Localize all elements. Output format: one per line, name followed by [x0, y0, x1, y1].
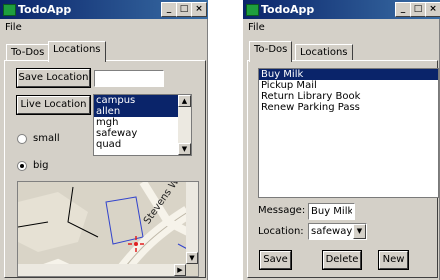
- map-vscroll[interactable]: ▼: [186, 182, 198, 264]
- radio-selected-dot: [20, 164, 24, 168]
- list-item[interactable]: Buy Milk: [259, 69, 438, 80]
- size-big-label: big: [33, 160, 49, 171]
- menu-file[interactable]: File: [5, 22, 22, 33]
- location-label: Location:: [258, 226, 304, 237]
- list-item[interactable]: allen: [94, 106, 191, 117]
- scroll-down-icon[interactable]: ▼: [178, 143, 191, 155]
- list-item[interactable]: campus: [94, 95, 191, 106]
- tab-locations[interactable]: Locations: [48, 41, 106, 62]
- location-marker-icon: [134, 242, 138, 246]
- dropdown-arrow-icon[interactable]: ▼: [353, 224, 366, 239]
- new-button[interactable]: New: [379, 251, 408, 269]
- save-location-input[interactable]: [94, 70, 164, 87]
- map-hscroll[interactable]: ▶: [18, 264, 186, 276]
- list-item[interactable]: quad: [94, 139, 191, 150]
- close-button[interactable]: ×: [425, 2, 440, 17]
- todoapp-window-locations: TodoApp _ □ × File To-Dos Locations Save…: [0, 0, 208, 280]
- list-item[interactable]: Pickup Mail: [259, 80, 438, 91]
- location-select[interactable]: safeway ▼: [308, 223, 367, 240]
- app-icon: [246, 4, 259, 16]
- locations-scrollbar[interactable]: ▲ ▼: [178, 95, 191, 155]
- title-bar[interactable]: TodoApp _ □ ×: [0, 0, 208, 19]
- tab-todos[interactable]: To-Dos: [249, 41, 293, 62]
- todoapp-window-todos: TodoApp _ □ × File To-Dos Locations Buy …: [243, 0, 440, 280]
- size-small-label: small: [33, 133, 60, 144]
- list-item[interactable]: mgh: [94, 117, 191, 128]
- minimize-button[interactable]: _: [161, 2, 177, 17]
- maximize-button[interactable]: □: [176, 2, 192, 17]
- menu-bar: File: [0, 20, 208, 36]
- app-icon: [3, 4, 16, 16]
- tab-todos[interactable]: To-Dos: [6, 44, 50, 61]
- map-view[interactable]: Stevens Way ▼ ▶: [17, 181, 199, 277]
- list-item[interactable]: Renew Parking Pass: [259, 102, 438, 113]
- live-location-button[interactable]: Live Location: [17, 96, 90, 114]
- locations-list[interactable]: campus allen mgh safeway quad ▲ ▼: [93, 94, 192, 156]
- tab-locations[interactable]: Locations: [295, 44, 353, 61]
- save-button[interactable]: Save: [260, 251, 291, 269]
- window-title: TodoApp: [18, 3, 72, 16]
- list-item[interactable]: safeway: [94, 128, 191, 139]
- scroll-down-icon[interactable]: ▼: [186, 252, 198, 264]
- size-small-radio[interactable]: [17, 134, 27, 144]
- message-label: Message:: [258, 205, 306, 216]
- menu-bar: File: [243, 20, 440, 36]
- menu-file[interactable]: File: [248, 22, 265, 33]
- window-title: TodoApp: [261, 3, 315, 16]
- maximize-button[interactable]: □: [410, 2, 426, 17]
- minimize-button[interactable]: _: [395, 2, 411, 17]
- title-bar[interactable]: TodoApp _ □ ×: [243, 0, 440, 19]
- close-button[interactable]: ×: [191, 2, 207, 17]
- todo-list[interactable]: Buy Milk Pickup Mail Return Library Book…: [258, 68, 439, 198]
- todos-panel: Buy Milk Pickup Mail Return Library Book…: [247, 60, 439, 278]
- locations-panel: Save Location Live Location campus allen…: [4, 60, 206, 278]
- message-input[interactable]: [308, 203, 355, 220]
- location-select-value: safeway: [311, 226, 353, 237]
- size-big-radio[interactable]: [17, 161, 27, 171]
- scroll-up-icon[interactable]: ▲: [178, 95, 191, 107]
- save-location-button[interactable]: Save Location: [17, 69, 90, 87]
- list-item[interactable]: Return Library Book: [259, 91, 438, 102]
- delete-button[interactable]: Delete: [323, 251, 361, 269]
- scroll-right-icon[interactable]: ▶: [174, 264, 186, 276]
